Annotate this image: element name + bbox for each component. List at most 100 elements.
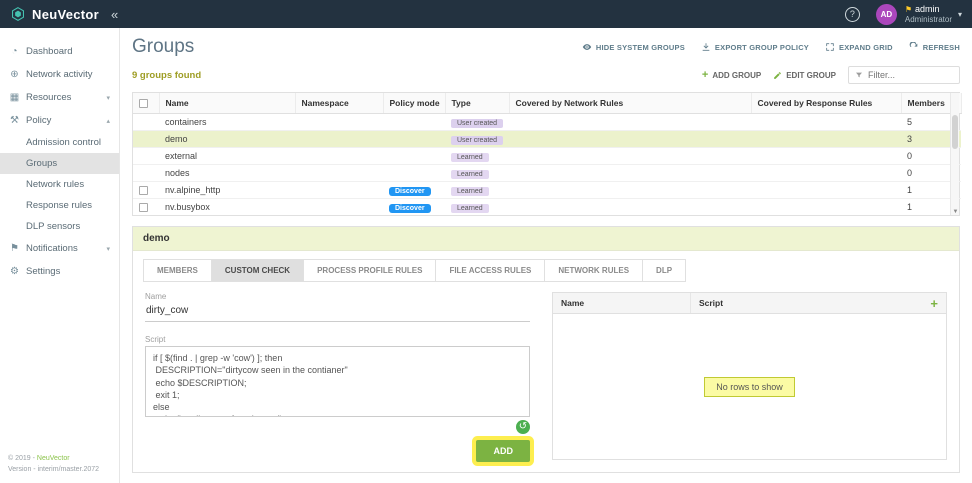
refresh-button[interactable]: REFRESH [909, 42, 960, 52]
group-row-nodes[interactable]: nodes Learned 0 [133, 164, 961, 182]
type-badge: Learned [451, 152, 489, 162]
sidebar-item-dlp-sensors[interactable]: DLP sensors [0, 216, 119, 237]
chevron-down-icon: ▾ [106, 245, 110, 253]
scroll-down-arrow-icon[interactable]: ▼ [951, 209, 960, 215]
sidebar-item-groups[interactable]: Groups [0, 153, 119, 174]
groups-grid: Name Namespace Policy mode Type Covered … [132, 92, 962, 217]
add-group-button[interactable]: + ADD GROUP [701, 68, 762, 81]
sidebar-label-dashboard: Dashboard [26, 46, 73, 57]
sidebar: ◔ Dashboard ⊕ Network activity ▦ Resourc… [0, 28, 120, 483]
edit-group-label: EDIT GROUP [786, 70, 836, 80]
group-row-nv.busybox[interactable]: nv.busybox Discover Learned 1 [133, 198, 961, 216]
hide-system-groups-button[interactable]: HIDE SYSTEM GROUPS [582, 42, 685, 52]
tab-process-profile-rules[interactable]: PROCESS PROFILE RULES [304, 259, 437, 283]
groups-table-header-row: Name Namespace Policy mode Type Covered … [133, 93, 962, 115]
sidebar-item-network-rules[interactable]: Network rules [0, 174, 119, 195]
covered-network-rules [509, 147, 751, 165]
filter-box [848, 66, 960, 84]
avatar[interactable]: AD [875, 3, 897, 25]
tab-dlp[interactable]: DLP [643, 259, 687, 283]
name-label: Name [145, 292, 167, 302]
user-role: Administrator [904, 14, 952, 24]
notifications-icon: ⚑ [10, 243, 19, 254]
tab-network-rules[interactable]: NETWORK RULES [545, 259, 644, 283]
groups-table-body: containers User created 5 demo User created 3… [133, 113, 961, 216]
chevron-down-icon: ▾ [106, 94, 110, 102]
detail-title: demo [133, 227, 959, 252]
tab-custom-check[interactable]: CUSTOM CHECK [211, 259, 305, 283]
grid-scrollbar[interactable]: ▼ [950, 93, 960, 216]
filter-icon [856, 72, 862, 78]
policy-icon: ⚒ [10, 115, 19, 126]
filter-input[interactable] [868, 70, 953, 80]
sidebar-item-response-rules[interactable]: Response rules [0, 195, 119, 216]
type-badge: Learned [451, 203, 489, 213]
sidebar-item-resources[interactable]: ▦ Resources ▾ [0, 86, 119, 109]
policy-mode-badge: Discover [389, 186, 431, 196]
refresh-label: REFRESH [922, 42, 960, 52]
plus-icon: + [701, 68, 709, 81]
tab-members[interactable]: MEMBERS [143, 259, 212, 283]
sidebar-item-admission-control[interactable]: Admission control [0, 132, 119, 153]
group-name: nodes [159, 164, 295, 182]
sidebar-item-policy[interactable]: ⚒ Policy ▴ [0, 109, 119, 132]
eye-icon [582, 44, 592, 50]
sidebar-label-policy: Policy [26, 115, 52, 126]
col-covered-network-rules[interactable]: Covered by Network Rules [509, 93, 752, 115]
col-type[interactable]: Type [445, 93, 510, 115]
sidebar-item-notifications[interactable]: ⚑ Notifications ▾ [0, 237, 119, 260]
name-input[interactable]: dirty_cow [145, 303, 530, 323]
group-name: demo [159, 130, 295, 148]
row-checkbox[interactable] [139, 186, 148, 196]
copyright-brand-link[interactable]: NeuVector [37, 455, 70, 462]
expand-grid-button[interactable]: EXPAND GRID [825, 42, 893, 52]
group-namespace [295, 198, 383, 216]
covered-response-rules [751, 164, 901, 182]
custom-check-scripts-table: Name Script + No rows to show [551, 292, 947, 461]
col-policy-mode[interactable]: Policy mode [383, 93, 446, 115]
sidebar-item-settings[interactable]: ⚙ Settings [0, 260, 119, 283]
type-badge: Learned [451, 186, 489, 196]
scripts-col-name: Name [553, 293, 691, 314]
group-namespace [295, 164, 383, 182]
download-icon [702, 43, 710, 51]
sidebar-item-network-activity[interactable]: ⊕ Network activity [0, 63, 119, 86]
user-menu[interactable]: ⚑ admin Administrator [905, 4, 952, 24]
groups-count: 9 groups found [132, 69, 202, 81]
covered-network-rules [509, 164, 751, 182]
covered-response-rules [751, 113, 901, 131]
covered-network-rules [509, 113, 751, 131]
sidebar-footer: © 2019 - NeuVector Version - interim/mas… [8, 454, 115, 475]
group-row-external[interactable]: external Learned 0 [133, 147, 961, 165]
add-group-label: ADD GROUP [712, 70, 762, 80]
settings-icon: ⚙ [10, 266, 19, 277]
add-script-button[interactable]: ADD [476, 440, 530, 462]
row-checkbox[interactable] [139, 203, 148, 213]
add-script-plus-icon[interactable]: + [922, 293, 946, 313]
group-row-nv.alpine_http[interactable]: nv.alpine_http Discover Learned 1 [133, 181, 961, 199]
col-namespace[interactable]: Namespace [295, 93, 384, 115]
reset-script-icon[interactable]: ↺ [515, 420, 530, 434]
grid-scrollbar-thumb[interactable] [952, 115, 958, 149]
dashboard-icon: ◔ [11, 46, 18, 57]
type-badge: User created [451, 135, 504, 145]
export-group-policy-label: EXPORT GROUP POLICY [714, 42, 810, 52]
refresh-icon [909, 42, 918, 47]
sidebar-label-network-activity: Network activity [26, 69, 93, 80]
sidebar-item-dashboard[interactable]: ◔ Dashboard [0, 40, 119, 63]
export-group-policy-button[interactable]: EXPORT GROUP POLICY [701, 42, 809, 52]
covered-response-rules [751, 147, 901, 165]
col-name[interactable]: Name [159, 93, 296, 115]
help-icon[interactable]: ? [844, 6, 860, 22]
group-row-demo[interactable]: demo User created 3 [133, 130, 961, 148]
group-row-containers[interactable]: containers User created 5 [133, 113, 961, 131]
edit-group-button[interactable]: EDIT GROUP [773, 71, 836, 80]
sidebar-collapse-button[interactable]: « [111, 7, 118, 22]
col-covered-response-rules[interactable]: Covered by Response Rules [751, 93, 902, 115]
script-textarea[interactable]: if [ $(find . | grep -w 'cow') ]; then D… [145, 346, 530, 417]
select-all-checkbox[interactable] [139, 99, 148, 109]
version-text: Version - interim/master.2072 [8, 465, 100, 473]
tab-file-access-rules[interactable]: FILE ACCESS RULES [436, 259, 546, 283]
user-menu-caret-icon[interactable]: ▾ [958, 10, 962, 19]
covered-response-rules [751, 198, 901, 216]
